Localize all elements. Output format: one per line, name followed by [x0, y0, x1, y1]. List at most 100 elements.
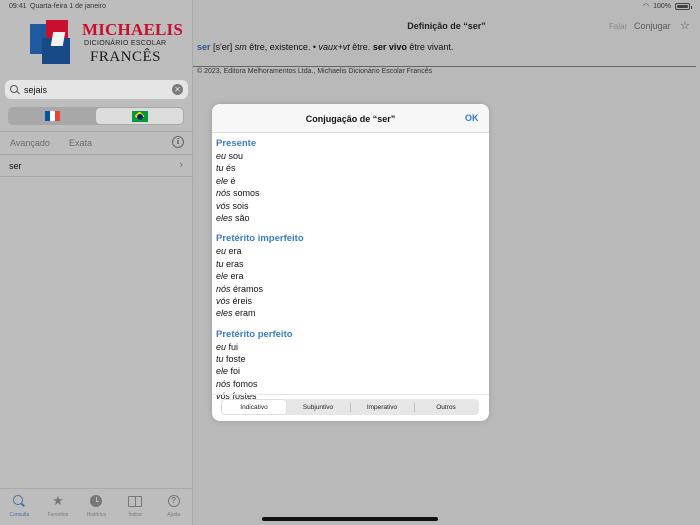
- clock-icon: [90, 495, 103, 507]
- pronoun: tu: [216, 354, 224, 365]
- search-bar: ✕: [5, 80, 188, 99]
- copyright-text: © 2023, Editora Melhoramentos Ltda., Mic…: [197, 68, 433, 75]
- status-bar: 09:41 Quarta-feira 1 de janeiro ◠ 100%: [0, 0, 700, 13]
- headword: ser: [197, 42, 211, 52]
- segment-indicativo[interactable]: Indicativo: [222, 400, 286, 414]
- phrase-meaning: être vivant.: [409, 42, 454, 52]
- mood-segmented-control: Indicativo Subjuntivo Imperativo Outros: [221, 399, 479, 415]
- star-icon: ★: [52, 493, 64, 508]
- verb-form: sois: [232, 200, 249, 211]
- verb-form: era: [230, 271, 244, 282]
- conjugation-row: nós somos: [216, 187, 484, 199]
- verb-form: sou: [228, 151, 244, 161]
- verb-form: foi: [230, 366, 241, 377]
- conjugation-row: ele é: [216, 175, 484, 187]
- pronoun: ele: [216, 175, 229, 186]
- language-french-button[interactable]: [9, 108, 96, 124]
- verb-form: são: [235, 212, 250, 223]
- ok-button[interactable]: OK: [465, 113, 479, 123]
- book-icon: [128, 495, 143, 507]
- battery-percent: 100%: [653, 2, 671, 10]
- part-of-speech: sm: [234, 42, 247, 52]
- pronoun: ele: [216, 271, 229, 282]
- nav-bar: Definição de “ser” Falar Conjugar ☆: [193, 13, 700, 37]
- pronoun: eu: [216, 246, 227, 257]
- conjugation-row: tu és: [216, 162, 484, 174]
- conjugation-row: nós fomos: [216, 378, 484, 390]
- conjugation-row: eu sou: [216, 150, 484, 162]
- language-portuguese-button[interactable]: [96, 108, 183, 124]
- tab-label: Ajuda: [167, 512, 181, 518]
- pronoun: tu: [216, 258, 224, 269]
- conjugation-row: eles eram: [216, 307, 484, 319]
- tab-label: Índice: [128, 512, 142, 518]
- segment-imperativo[interactable]: Imperativo: [350, 400, 414, 414]
- verb-form: somos: [233, 188, 260, 199]
- language-switch: [8, 107, 184, 125]
- pronoun: vós: [216, 295, 231, 306]
- conjugation-row: vós éreis: [216, 295, 484, 307]
- info-icon[interactable]: i: [172, 136, 184, 148]
- pronoun: eu: [216, 151, 227, 161]
- phrase: ser vivo: [372, 42, 407, 52]
- logo-language: FRANCÊS: [90, 49, 162, 65]
- pronoun: nós: [216, 378, 231, 389]
- verb-form: és: [226, 163, 236, 174]
- segment-outros[interactable]: Outros: [414, 400, 478, 414]
- tab-indice[interactable]: Índice: [116, 494, 155, 525]
- conjugation-row: eu era: [216, 245, 484, 257]
- divider: [0, 131, 193, 132]
- verb-form: éramos: [233, 283, 264, 294]
- mode-exact-button[interactable]: Exata: [69, 138, 92, 148]
- modal-title: Conjugação de “ser”: [305, 114, 396, 124]
- pronunciation: [s'er]: [213, 42, 233, 52]
- verb-form: fomos: [233, 378, 258, 389]
- meaning-2: être.: [352, 42, 371, 52]
- sidebar: MICHAELIS DICIONÁRIO ESCOLAR FRANCÊS ✕ A…: [0, 0, 193, 525]
- conjugation-row: tu eras: [216, 258, 484, 270]
- tense-heading: Pretérito imperfeito: [216, 233, 304, 245]
- verb-form: eram: [235, 308, 256, 319]
- verb-form: fui: [228, 341, 239, 352]
- status-time: 09:41: [9, 3, 27, 10]
- verb-form: eras: [226, 258, 244, 269]
- tab-historico[interactable]: Histórico: [77, 494, 116, 525]
- pronoun: tu: [216, 163, 224, 174]
- tab-favoritos[interactable]: ★ Favoritos: [39, 493, 78, 525]
- tab-label: Favoritos: [47, 512, 69, 518]
- help-icon: ?: [167, 495, 180, 507]
- verb-form: éreis: [232, 295, 253, 306]
- tab-label: Consulta: [9, 512, 30, 518]
- conjugate-button[interactable]: Conjugar: [634, 21, 671, 31]
- verb-form: é: [230, 175, 236, 186]
- flag-brazil-icon: [131, 110, 148, 122]
- search-icon: [10, 84, 20, 95]
- modal-header: Conjugação de “ser” OK: [212, 104, 489, 133]
- wifi-icon: ◠: [642, 3, 650, 10]
- status-right: ◠ 100%: [642, 2, 692, 10]
- tense-heading: Presente: [216, 138, 257, 149]
- flag-france-icon: [44, 111, 61, 121]
- tense-heading: Pretérito perfeito: [216, 328, 293, 340]
- pronoun: vós: [216, 200, 231, 211]
- speak-button[interactable]: Falar: [609, 22, 627, 31]
- segment-subjuntivo[interactable]: Subjuntivo: [286, 400, 350, 414]
- conjugation-row: vós sois: [216, 200, 484, 212]
- tab-consulta[interactable]: Consulta: [0, 494, 39, 525]
- clear-search-icon[interactable]: ✕: [172, 84, 183, 95]
- favorite-star-icon[interactable]: ☆: [680, 19, 690, 32]
- verb-form: era: [228, 246, 242, 257]
- battery-icon: [675, 2, 692, 10]
- list-item[interactable]: ser ›: [0, 155, 193, 177]
- pronoun: nós: [216, 283, 231, 294]
- search-input[interactable]: [24, 84, 174, 95]
- mode-advanced-button[interactable]: Avançado: [10, 138, 50, 148]
- search-icon: [13, 495, 25, 507]
- pronoun: nós: [216, 188, 231, 199]
- verb-form: foste: [226, 354, 246, 365]
- pronoun: ele: [216, 366, 229, 377]
- conjugation-row: tu foste: [216, 353, 484, 365]
- pronoun: eles: [216, 308, 233, 319]
- tab-ajuda[interactable]: ? Ajuda: [154, 494, 193, 525]
- conjugation-list[interactable]: Presente eu sou tu és ele é nós somos vós soi…: [216, 137, 484, 403]
